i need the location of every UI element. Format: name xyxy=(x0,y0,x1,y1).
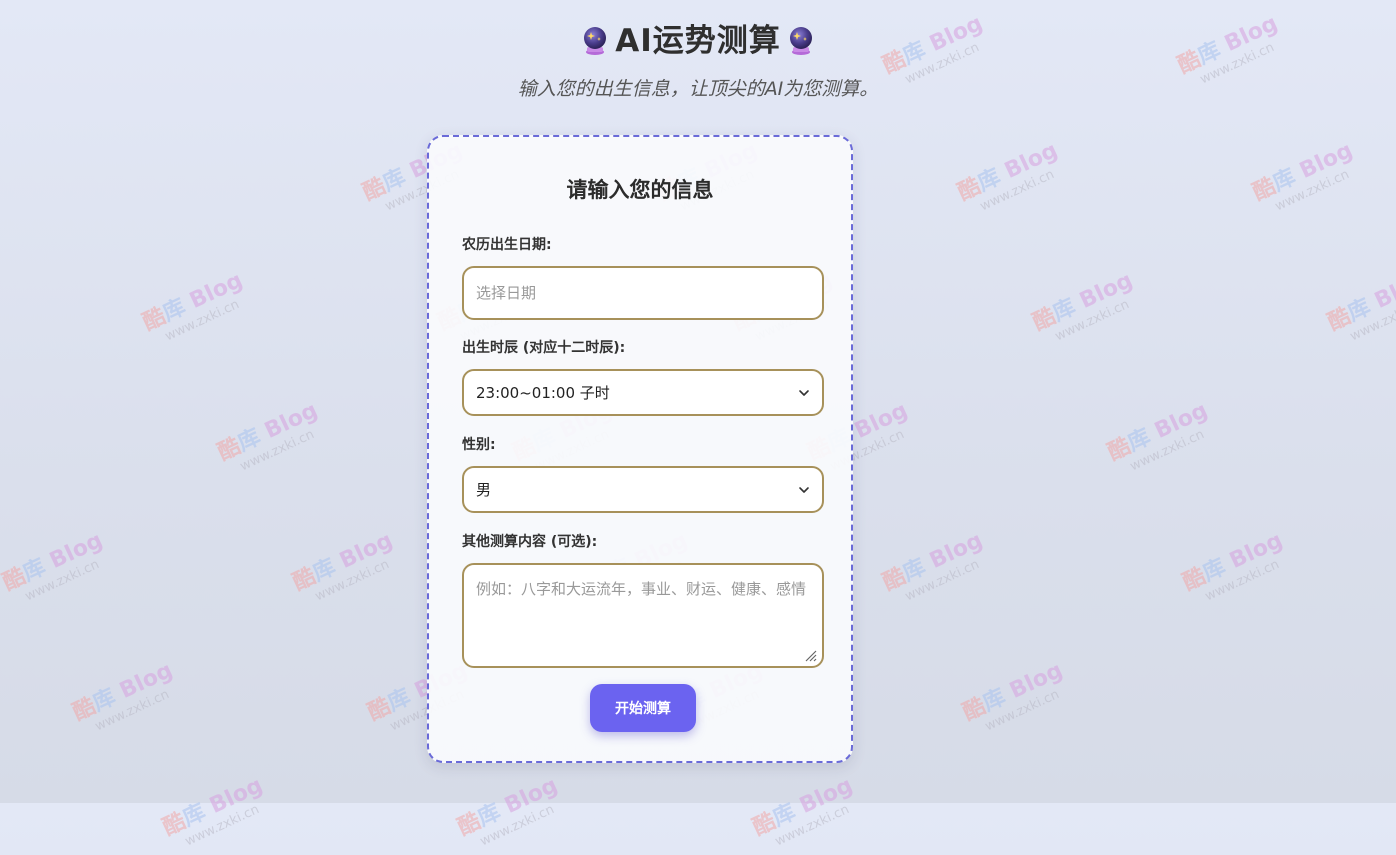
watermark: 酷库 Blogwww.zxki.cn xyxy=(1029,268,1137,345)
gender-select[interactable]: 男 xyxy=(462,466,824,513)
watermark: 酷库 Blogwww.zxki.cn xyxy=(289,528,397,605)
watermark: 酷库 Blogwww.zxki.cn xyxy=(1324,268,1396,345)
watermark: 酷库 Blogwww.zxki.cn xyxy=(749,773,857,850)
watermark: 酷库 Blogwww.zxki.cn xyxy=(954,138,1062,215)
gender-label: 性别: xyxy=(462,437,496,453)
gender-selected: 男 xyxy=(476,481,492,499)
watermark: 酷库 Blogwww.zxki.cn xyxy=(214,398,322,475)
extra-content-textarea[interactable] xyxy=(462,563,824,668)
chevron-down-icon xyxy=(799,389,809,396)
crystal-ball-icon xyxy=(789,27,812,55)
watermark: 酷库 Blogwww.zxki.cn xyxy=(159,773,267,850)
hour-label: 出生时辰 (对应十二时辰): xyxy=(462,340,626,356)
form-title: 请输入您的信息 xyxy=(566,178,714,202)
birth-hour-select[interactable]: 23:00~01:00 子时 xyxy=(462,369,824,416)
page-title: AI运势测算 xyxy=(0,20,1396,62)
watermark: 酷库 Blogwww.zxki.cn xyxy=(959,658,1067,735)
watermark: 酷库 Blogwww.zxki.cn xyxy=(1179,528,1287,605)
page-header: AI运势测算 输入您的出生信息，让顶尖的AI为您测算。 xyxy=(0,0,1396,102)
lunar-date-input[interactable] xyxy=(462,266,824,320)
page-subtitle: 输入您的出生信息，让顶尖的AI为您测算。 xyxy=(517,78,879,100)
watermark: 酷库 Blogwww.zxki.cn xyxy=(0,528,107,605)
watermark: 酷库 Blogwww.zxki.cn xyxy=(1104,398,1212,475)
watermark: 酷库 Blogwww.zxki.cn xyxy=(1249,138,1357,215)
watermark: 酷库 Blogwww.zxki.cn xyxy=(139,268,247,345)
watermark: 酷库 Blogwww.zxki.cn xyxy=(69,658,177,735)
extra-label: 其他测算内容 (可选): xyxy=(462,534,598,550)
fortune-form-card: 请输入您的信息 农历出生日期: 出生时辰 (对应十二时辰): 23:00~01:… xyxy=(427,135,853,763)
title-text: AI运势测算 xyxy=(615,23,781,59)
watermark: 酷库 Blogwww.zxki.cn xyxy=(454,773,562,850)
watermark: 酷库 Blogwww.zxki.cn xyxy=(879,528,987,605)
crystal-ball-icon xyxy=(584,27,607,55)
start-fortune-button[interactable]: 开始测算 xyxy=(590,684,696,732)
date-label: 农历出生日期: xyxy=(462,237,552,253)
chevron-down-icon xyxy=(799,486,809,493)
birth-hour-selected: 23:00~01:00 子时 xyxy=(476,384,610,402)
resize-handle-icon[interactable] xyxy=(803,648,817,662)
